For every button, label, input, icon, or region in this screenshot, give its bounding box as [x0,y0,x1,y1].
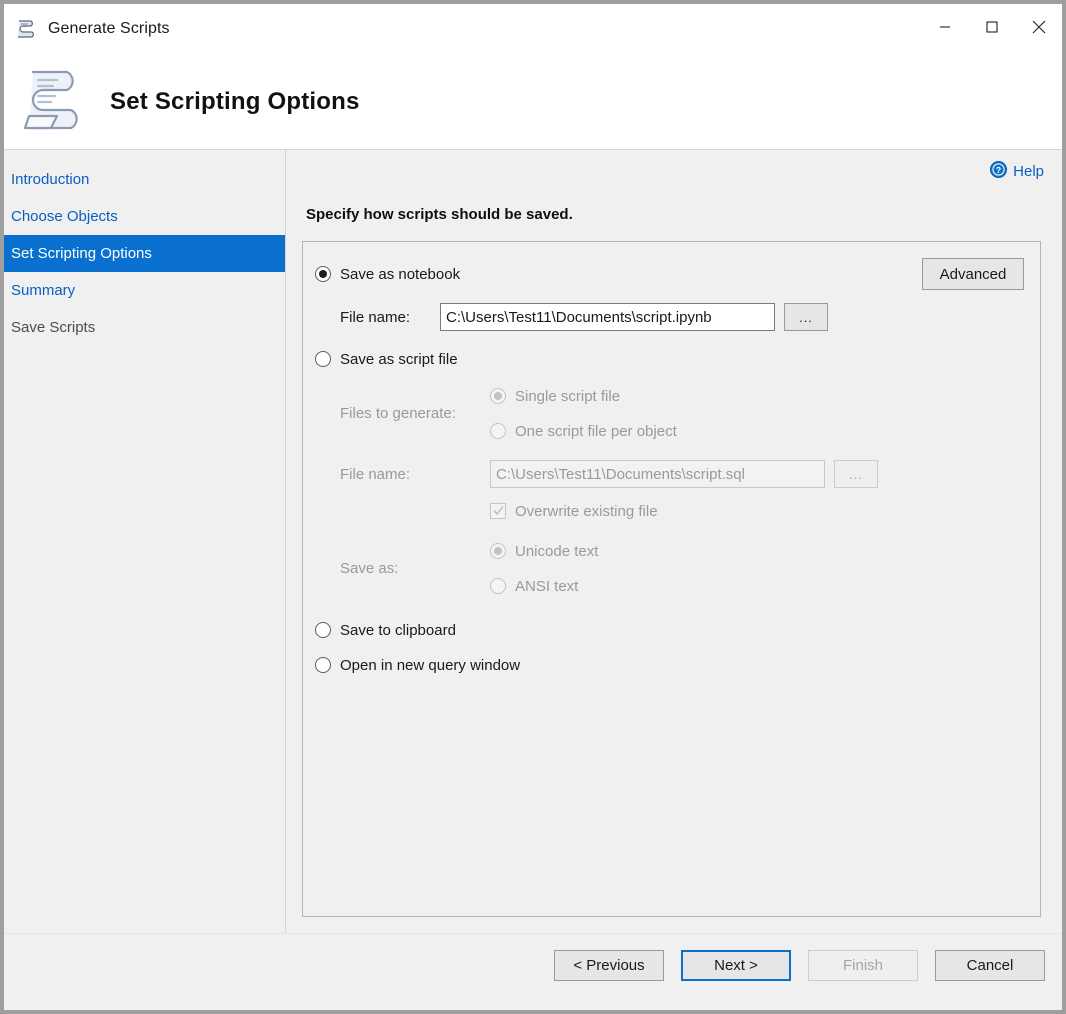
option-label: ANSI text [515,578,578,595]
radio-unicode-text [490,543,506,559]
script-file-name-label: File name: [340,466,490,483]
next-button[interactable]: Next > [681,950,791,981]
maximize-icon[interactable] [968,4,1015,50]
option-label: Single script file [515,388,620,405]
files-to-generate-row: Files to generate: Single script file On… [315,382,1024,445]
previous-button[interactable]: < Previous [554,950,664,981]
option-overwrite-existing-file: Overwrite existing file [490,497,658,525]
sidebar-item-save-scripts: Save Scripts [4,309,285,346]
wizard-content: ? Help Specify how scripts should be sav… [286,150,1062,933]
help-link[interactable]: ? Help [990,161,1044,182]
option-one-script-file-per-object: One script file per object [490,417,677,445]
option-label: Unicode text [515,543,598,560]
cancel-button[interactable]: Cancel [935,950,1045,981]
generate-scripts-window: Generate Scripts Set Scripting Options [3,3,1063,1011]
wizard-footer: < Previous Next > Finish Cancel [4,933,1062,1010]
radio-save-as-notebook[interactable] [315,266,331,282]
window-title: Generate Scripts [48,20,170,38]
option-open-in-new-query-window[interactable]: Open in new query window [315,651,1024,679]
option-label: One script file per object [515,423,677,440]
option-unicode-text: Unicode text [490,537,598,565]
advanced-button[interactable]: Advanced [922,258,1024,290]
notebook-file-name-input[interactable]: C:\Users\Test11\Documents\script.ipynb [440,303,775,331]
save-as-row: Save as: Unicode text ANSI text [315,537,1024,600]
close-icon[interactable] [1015,4,1062,50]
radio-one-script-file-per-object [490,423,506,439]
sidebar-item-introduction[interactable]: Introduction [4,161,285,198]
option-save-to-clipboard[interactable]: Save to clipboard [315,616,1024,644]
option-label: Open in new query window [340,657,520,674]
option-save-as-notebook[interactable]: Save as notebook [315,260,1024,288]
radio-ansi-text [490,578,506,594]
sidebar-item-summary[interactable]: Summary [4,272,285,309]
option-label: Save to clipboard [340,622,456,639]
overwrite-row: Overwrite existing file [315,497,1024,525]
help-label: Help [1013,163,1044,180]
minimize-icon[interactable] [921,4,968,50]
radio-open-in-new-query-window[interactable] [315,657,331,673]
radio-single-script-file [490,388,506,404]
script-file-name-input: C:\Users\Test11\Documents\script.sql [490,460,825,488]
sidebar-item-label: Introduction [11,171,89,188]
sidebar-item-label: Choose Objects [11,208,118,225]
option-label: Overwrite existing file [515,503,658,520]
option-label: Save as script file [340,351,458,368]
help-circle-icon: ? [990,161,1007,182]
checkbox-overwrite-existing-file [490,503,506,519]
window-controls [921,4,1062,50]
finish-button: Finish [808,950,918,981]
sidebar-item-set-scripting-options[interactable]: Set Scripting Options [4,235,285,272]
notebook-browse-button[interactable]: ... [784,303,828,331]
svg-text:?: ? [996,165,1001,175]
save-as-label: Save as: [340,560,490,577]
option-label: Save as notebook [340,266,460,283]
script-browse-button: ... [834,460,878,488]
script-file-name-row: File name: C:\Users\Test11\Documents\scr… [315,457,1024,491]
page-title: Set Scripting Options [110,88,360,116]
files-to-generate-label: Files to generate: [340,405,490,422]
help-row: ? Help [286,150,1062,192]
option-save-as-script-file[interactable]: Save as script file [315,345,1024,373]
sidebar-item-label: Save Scripts [11,319,95,336]
sidebar-item-label: Set Scripting Options [11,245,152,262]
notebook-file-name-label: File name: [340,309,440,326]
option-single-script-file: Single script file [490,382,677,410]
scripting-options-panel: Advanced Save as notebook File name: C:\… [302,241,1041,917]
wizard-sidebar: Introduction Choose Objects Set Scriptin… [4,150,286,933]
title-bar: Generate Scripts [4,4,1062,54]
script-scroll-icon [14,17,38,41]
sidebar-item-choose-objects[interactable]: Choose Objects [4,198,285,235]
script-scroll-large-icon [16,62,88,142]
radio-save-as-script-file[interactable] [315,351,331,367]
sidebar-item-label: Summary [11,282,75,299]
radio-save-to-clipboard[interactable] [315,622,331,638]
window-body: Introduction Choose Objects Set Scriptin… [4,149,1062,933]
option-ansi-text: ANSI text [490,572,598,600]
instruction-text: Specify how scripts should be saved. [286,206,1062,223]
page-header: Set Scripting Options [4,54,1062,149]
notebook-file-name-row: File name: C:\Users\Test11\Documents\scr… [315,300,1024,334]
